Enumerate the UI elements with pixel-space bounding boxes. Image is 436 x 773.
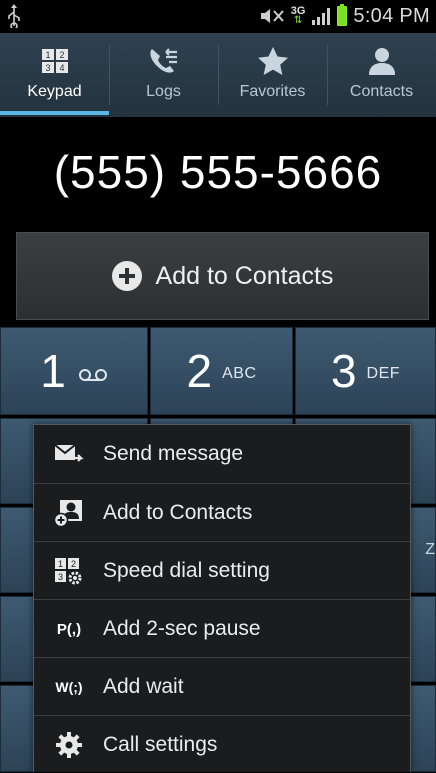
status-time: 5:04 PM (353, 4, 430, 27)
add-contact-icon (54, 498, 84, 528)
keypad-icon: 1 2 3 4 (38, 45, 72, 77)
battery-icon (337, 4, 348, 26)
key-letters: ABC (222, 365, 257, 382)
usb-icon (8, 4, 20, 28)
key-letters-partial: Z (425, 541, 435, 558)
svg-text:2: 2 (59, 50, 64, 60)
tab-label: Keypad (27, 83, 82, 100)
key-letters: DEF (366, 365, 401, 382)
send-message-icon (54, 439, 84, 469)
menu-item-label: Send message (103, 442, 244, 465)
speed-dial-icon: 1 2 3 (54, 556, 84, 586)
tab-label: Favorites (239, 83, 306, 100)
menu-item-call-settings[interactable]: Call settings (34, 715, 410, 773)
mute-icon (260, 9, 284, 23)
wait-icon-text: W(;) (55, 679, 83, 695)
pause-icon: P(,) (54, 614, 84, 644)
svg-text:1: 1 (45, 50, 50, 60)
status-bar: 3G ⇅ 5:04 PM (0, 0, 436, 33)
menu-item-label: Add wait (103, 674, 184, 698)
add-to-contacts-button[interactable]: Add to Contacts (16, 232, 429, 320)
call-logs-icon (147, 45, 181, 77)
key-1[interactable]: 1 (0, 327, 148, 415)
dialed-number[interactable]: (555) 555-5666 (0, 145, 436, 199)
tab-contacts[interactable]: Contacts (327, 33, 436, 117)
menu-item-add-wait[interactable]: W(;) Add wait (34, 657, 410, 715)
tab-bar: 1 2 3 4 Keypad Logs Favorites Contacts (0, 33, 436, 117)
plus-circle-icon (111, 261, 142, 291)
menu-item-add-to-contacts[interactable]: Add to Contacts (34, 483, 410, 541)
key-3[interactable]: 3 DEF (295, 327, 436, 415)
menu-item-speed-dial-setting[interactable]: 1 2 3 Speed dial setting (34, 541, 410, 599)
wait-icon: W(;) (54, 672, 84, 702)
svg-text:1: 1 (58, 559, 63, 569)
svg-text:4: 4 (59, 63, 64, 73)
menu-item-label: Add to Contacts (103, 500, 253, 524)
svg-text:3: 3 (45, 63, 50, 73)
menu-item-label: Add 2-sec pause (103, 616, 261, 640)
gear-icon (54, 730, 84, 760)
key-digit: 3 (330, 345, 357, 397)
menu-item-add-pause[interactable]: P(,) Add 2-sec pause (34, 599, 410, 657)
tab-favorites[interactable]: Favorites (218, 33, 327, 117)
tab-keypad[interactable]: 1 2 3 4 Keypad (0, 33, 109, 117)
menu-item-label: Speed dial setting (103, 558, 270, 582)
key-digit: 2 (186, 345, 213, 397)
key-2[interactable]: 2 ABC (150, 327, 293, 415)
tab-logs[interactable]: Logs (109, 33, 218, 117)
tab-label: Contacts (349, 83, 414, 100)
svg-text:3: 3 (58, 572, 63, 582)
tab-label: Logs (146, 83, 181, 100)
menu-item-label: Call settings (103, 732, 218, 756)
signal-icon (312, 8, 331, 25)
voicemail-icon (78, 369, 107, 381)
person-icon (365, 45, 399, 77)
add-to-contacts-label: Add to Contacts (155, 261, 334, 290)
options-menu: Send message Add to Contacts 1 2 3 Speed… (33, 424, 411, 772)
menu-item-send-message[interactable]: Send message (34, 425, 410, 483)
pause-icon-text: P(,) (56, 620, 82, 638)
svg-text:2: 2 (71, 559, 76, 569)
key-digit: 1 (40, 345, 66, 397)
star-icon (256, 45, 290, 77)
network-3g-icon: 3G ⇅ (290, 5, 306, 26)
